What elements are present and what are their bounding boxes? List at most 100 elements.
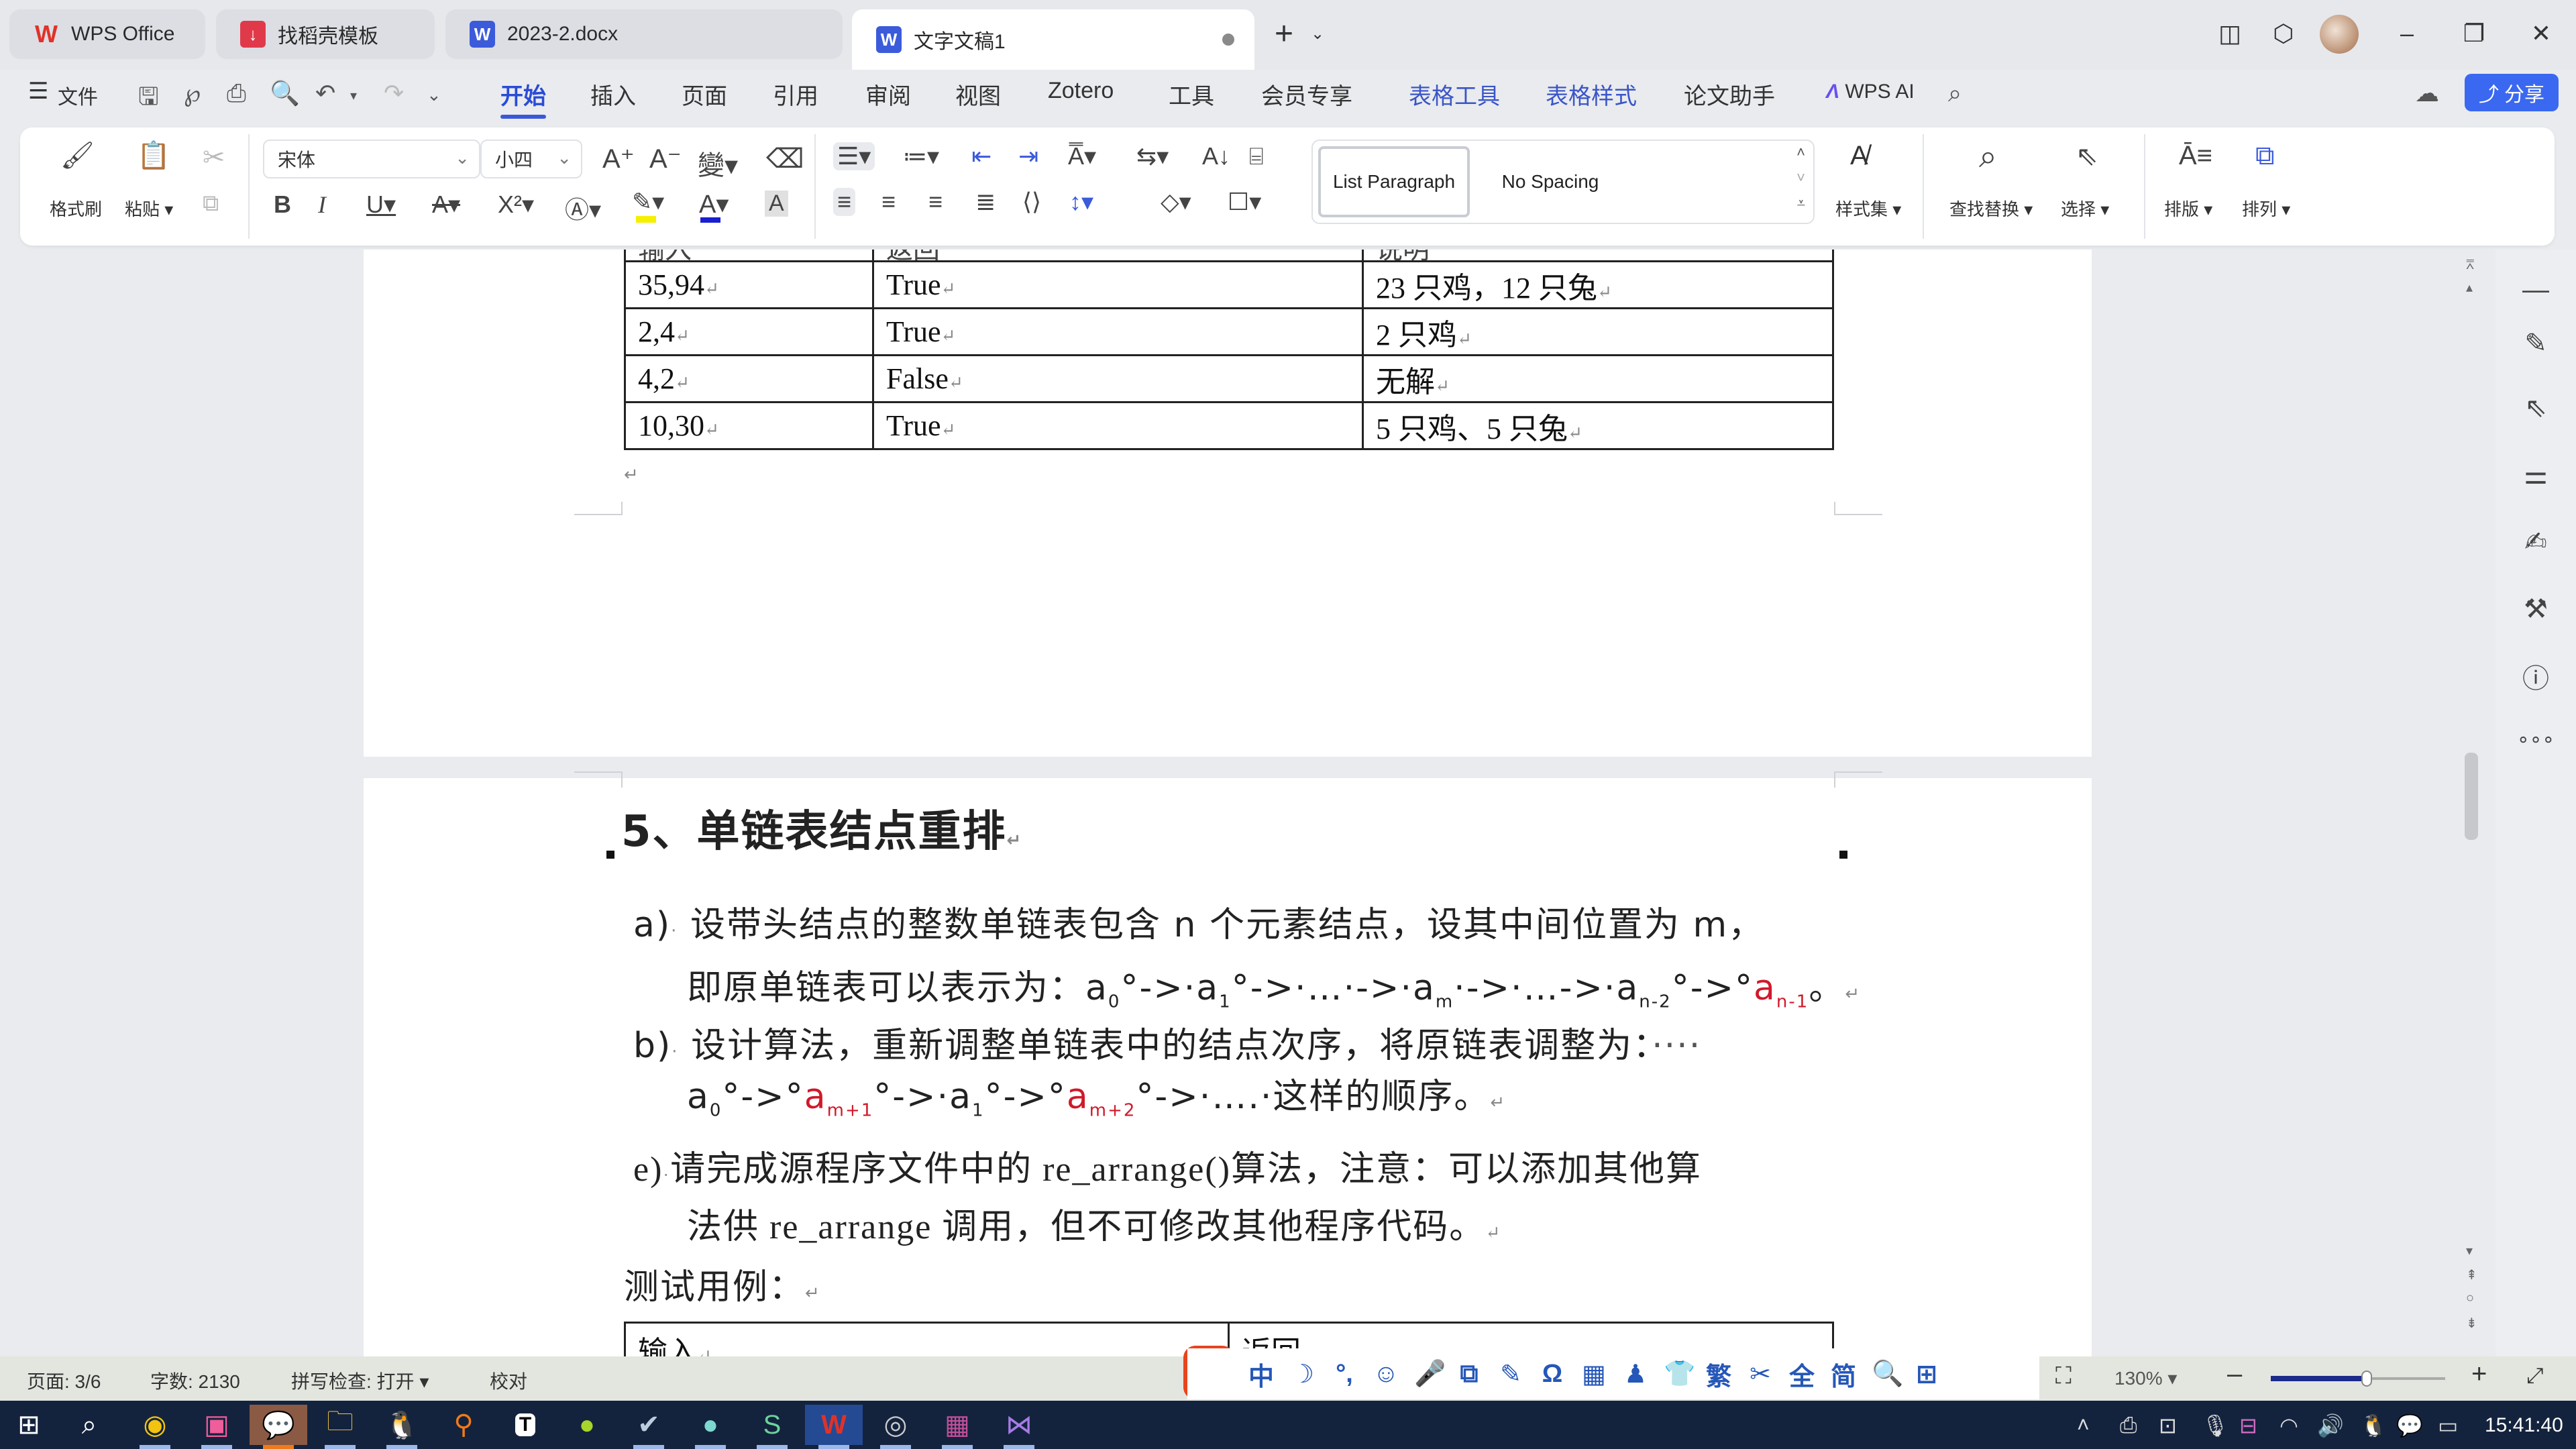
teal-app-icon[interactable]: ● [682, 1405, 739, 1449]
table-cell[interactable]: 23 只鸡，12 只兔↵ [1362, 260, 1834, 309]
paste-icon[interactable]: 📋 [137, 140, 170, 171]
gallery-expand-icon[interactable]: ⩡ [1797, 195, 1805, 212]
usb-icon[interactable]: ⎙ [2120, 1413, 2137, 1438]
font-size-select[interactable]: 小四 ⌄ [480, 140, 582, 178]
tab-2023-2-docx[interactable]: W 2023-2.docx [445, 9, 843, 59]
tray-overflow-icon[interactable]: ˄ [2077, 1413, 2090, 1438]
find-replace-button[interactable]: 查找替换 ▾ [1949, 196, 2033, 221]
results-table[interactable]: 输入 返回 说明 35,94↵ True↵ 23 只鸡，12 只兔↵ 2,4↵ … [624, 250, 1834, 450]
select-button[interactable]: 选择 ▾ [2061, 196, 2109, 221]
arrange-button[interactable]: 排列 ▾ [2242, 196, 2290, 221]
wechat-icon[interactable]: 💬 [250, 1405, 307, 1449]
steam-icon[interactable]: ✔ [620, 1405, 678, 1449]
clock[interactable]: 15:41:40 [2485, 1414, 2563, 1437]
style-set-icon[interactable]: A̸ [1850, 141, 1868, 171]
page-2[interactable]: 输入 返回 说明 35,94↵ True↵ 23 只鸡，12 只兔↵ 2,4↵ … [364, 250, 2092, 757]
undo-icon[interactable]: ↶ [315, 79, 335, 107]
close-icon[interactable]: ✕ [2522, 15, 2560, 52]
table-cell[interactable]: False↵ [872, 354, 1364, 403]
align-left-icon[interactable]: ≡ [833, 188, 856, 216]
menu-view[interactable]: 视图 [955, 78, 1001, 111]
bullet-list-icon[interactable]: ☰▾ [833, 142, 875, 170]
menu-member[interactable]: 会员专享 [1261, 78, 1352, 111]
menu-home[interactable]: 开始 [500, 78, 546, 119]
user-avatar[interactable] [2320, 15, 2359, 54]
underline-button[interactable]: U▾ [366, 191, 396, 219]
ime-toolbar-item[interactable]: ☺ [1373, 1360, 1399, 1389]
ime-toolbar-item[interactable]: 简 [1830, 1356, 1857, 1393]
table-cell[interactable]: 35,94↵ [624, 260, 874, 309]
zoom-level[interactable]: 130% ▾ [2114, 1367, 2177, 1389]
signature-icon[interactable]: ✍ [2516, 522, 2556, 562]
chrome-icon[interactable]: ◉ [126, 1405, 184, 1449]
format-painter-label[interactable]: 格式刷 [50, 196, 102, 221]
unsaved-dot-icon[interactable] [1222, 34, 1234, 46]
fit-window-icon[interactable]: ⤢ [2526, 1363, 2544, 1389]
ime-toolbar-item[interactable]: 🔍 [1872, 1359, 1903, 1389]
ime-toolbar-item[interactable]: Ω [1539, 1360, 1566, 1389]
cloud-sync-icon[interactable]: ☁ [2415, 79, 2439, 107]
ime-toolbar-item[interactable]: 👕 [1664, 1359, 1695, 1389]
tools-icon[interactable]: ⚒ [2516, 589, 2556, 629]
help-icon[interactable]: ⓘ [2516, 656, 2556, 696]
select-cursor-icon[interactable]: ⇖ [2076, 141, 2098, 172]
menu-tools[interactable]: 工具 [1169, 78, 1214, 111]
full-screen-read-icon[interactable]: ⛶ [2055, 1363, 2072, 1389]
volume-icon[interactable]: 🔊 [2317, 1413, 2344, 1438]
text-effect-button[interactable]: Ⓐ▾ [565, 191, 601, 225]
menu-file[interactable]: 文件 [58, 80, 98, 110]
obs-icon[interactable]: ◎ [867, 1405, 924, 1449]
font-name-select[interactable]: 宋体 ⌄ [263, 140, 480, 178]
microphone-icon[interactable]: 🎙 [2202, 1413, 2229, 1438]
char-shading-button[interactable]: A [765, 191, 788, 217]
start-button[interactable]: ⊞ [0, 1405, 58, 1445]
superscript-button[interactable]: X²▾ [498, 191, 534, 219]
show-marks-icon[interactable]: ⌸ [1249, 142, 1264, 171]
visual-studio-icon[interactable]: ⋈ [990, 1405, 1048, 1449]
style-set-button[interactable]: 样式集 ▾ [1835, 196, 1901, 221]
wps-taskbar-icon[interactable]: W [805, 1405, 863, 1449]
ime-toolbar-item[interactable]: ✎ [1497, 1359, 1524, 1389]
ime-toolbar-item[interactable]: 全 [1788, 1356, 1815, 1393]
zoom-slider[interactable] [2271, 1371, 2445, 1387]
previous-page-icon[interactable]: ⇞ [2466, 1267, 2477, 1283]
export-pdf-icon[interactable]: ℘ [184, 79, 201, 107]
ime-toolbar-item[interactable]: ⧉ [1456, 1360, 1483, 1389]
ime-tray-icon[interactable]: ⊡ [2159, 1413, 2177, 1438]
highlight-button[interactable]: ✎▾ [632, 188, 664, 216]
vertical-scrollbar[interactable]: ⩞ ▴ ▾ ⇞ ○ ⇟ [2455, 250, 2490, 1356]
style-no-spacing[interactable]: No Spacing [1477, 146, 1624, 217]
word-count[interactable]: 字数: 2130 [150, 1367, 240, 1394]
ime-toolbar-item[interactable]: 繁 [1705, 1356, 1732, 1393]
bilibili-app-icon[interactable]: ▣ [188, 1405, 246, 1449]
scroll-top-icon[interactable]: ⩞ [2466, 258, 2474, 273]
cut-icon[interactable]: ✂ [203, 142, 225, 173]
taskbar-search-icon[interactable]: ⌕ [60, 1405, 118, 1445]
increase-font-icon[interactable]: A⁺ [602, 144, 635, 174]
wechat-tray-icon[interactable]: 💬 [2396, 1413, 2423, 1438]
strikethrough-button[interactable]: A▾ [432, 191, 460, 219]
decrease-indent-icon[interactable]: ⇤ [971, 142, 991, 170]
bold-button[interactable]: B [274, 191, 291, 219]
more-quick-actions-icon[interactable]: ⌄ [427, 85, 441, 105]
ime-toolbar-item[interactable]: °, [1331, 1360, 1358, 1389]
table-cell[interactable]: True↵ [872, 401, 1364, 450]
table-cell[interactable]: 5 只鸡、5 只兔↵ [1362, 401, 1834, 450]
phonetic-guide-icon[interactable]: 變▾ [698, 144, 738, 182]
layout-button[interactable]: 排版 ▾ [2164, 196, 2212, 221]
layout-toggle-icon[interactable]: ◫ [2211, 15, 2249, 52]
cube-icon[interactable]: ⬡ [2265, 15, 2302, 52]
menu-review[interactable]: 审阅 [865, 78, 911, 111]
text-direction-icon[interactable]: A̿▾ [1068, 142, 1096, 170]
menu-table-style[interactable]: 表格样式 [1546, 78, 1637, 111]
tab-docer-templates[interactable]: ↓ 找稻壳模板 [216, 9, 435, 59]
page-3-continued[interactable]: e)·请完成源程序文件中的 re_arrange()算法，注意：可以添加其他算 … [364, 1140, 2092, 1371]
ime-toolbar-item[interactable]: ✂ [1747, 1359, 1774, 1389]
arrange-icon[interactable]: ⧉ [2255, 141, 2275, 171]
zoom-in-button[interactable]: + [2471, 1359, 2487, 1389]
table-cell[interactable]: 输入 [624, 250, 874, 262]
zoom-slider-knob[interactable] [2361, 1371, 2372, 1387]
typora-icon[interactable]: T [496, 1405, 554, 1445]
new-tab-button[interactable]: + [1265, 15, 1303, 52]
stripe-app-icon[interactable]: S [743, 1405, 801, 1449]
